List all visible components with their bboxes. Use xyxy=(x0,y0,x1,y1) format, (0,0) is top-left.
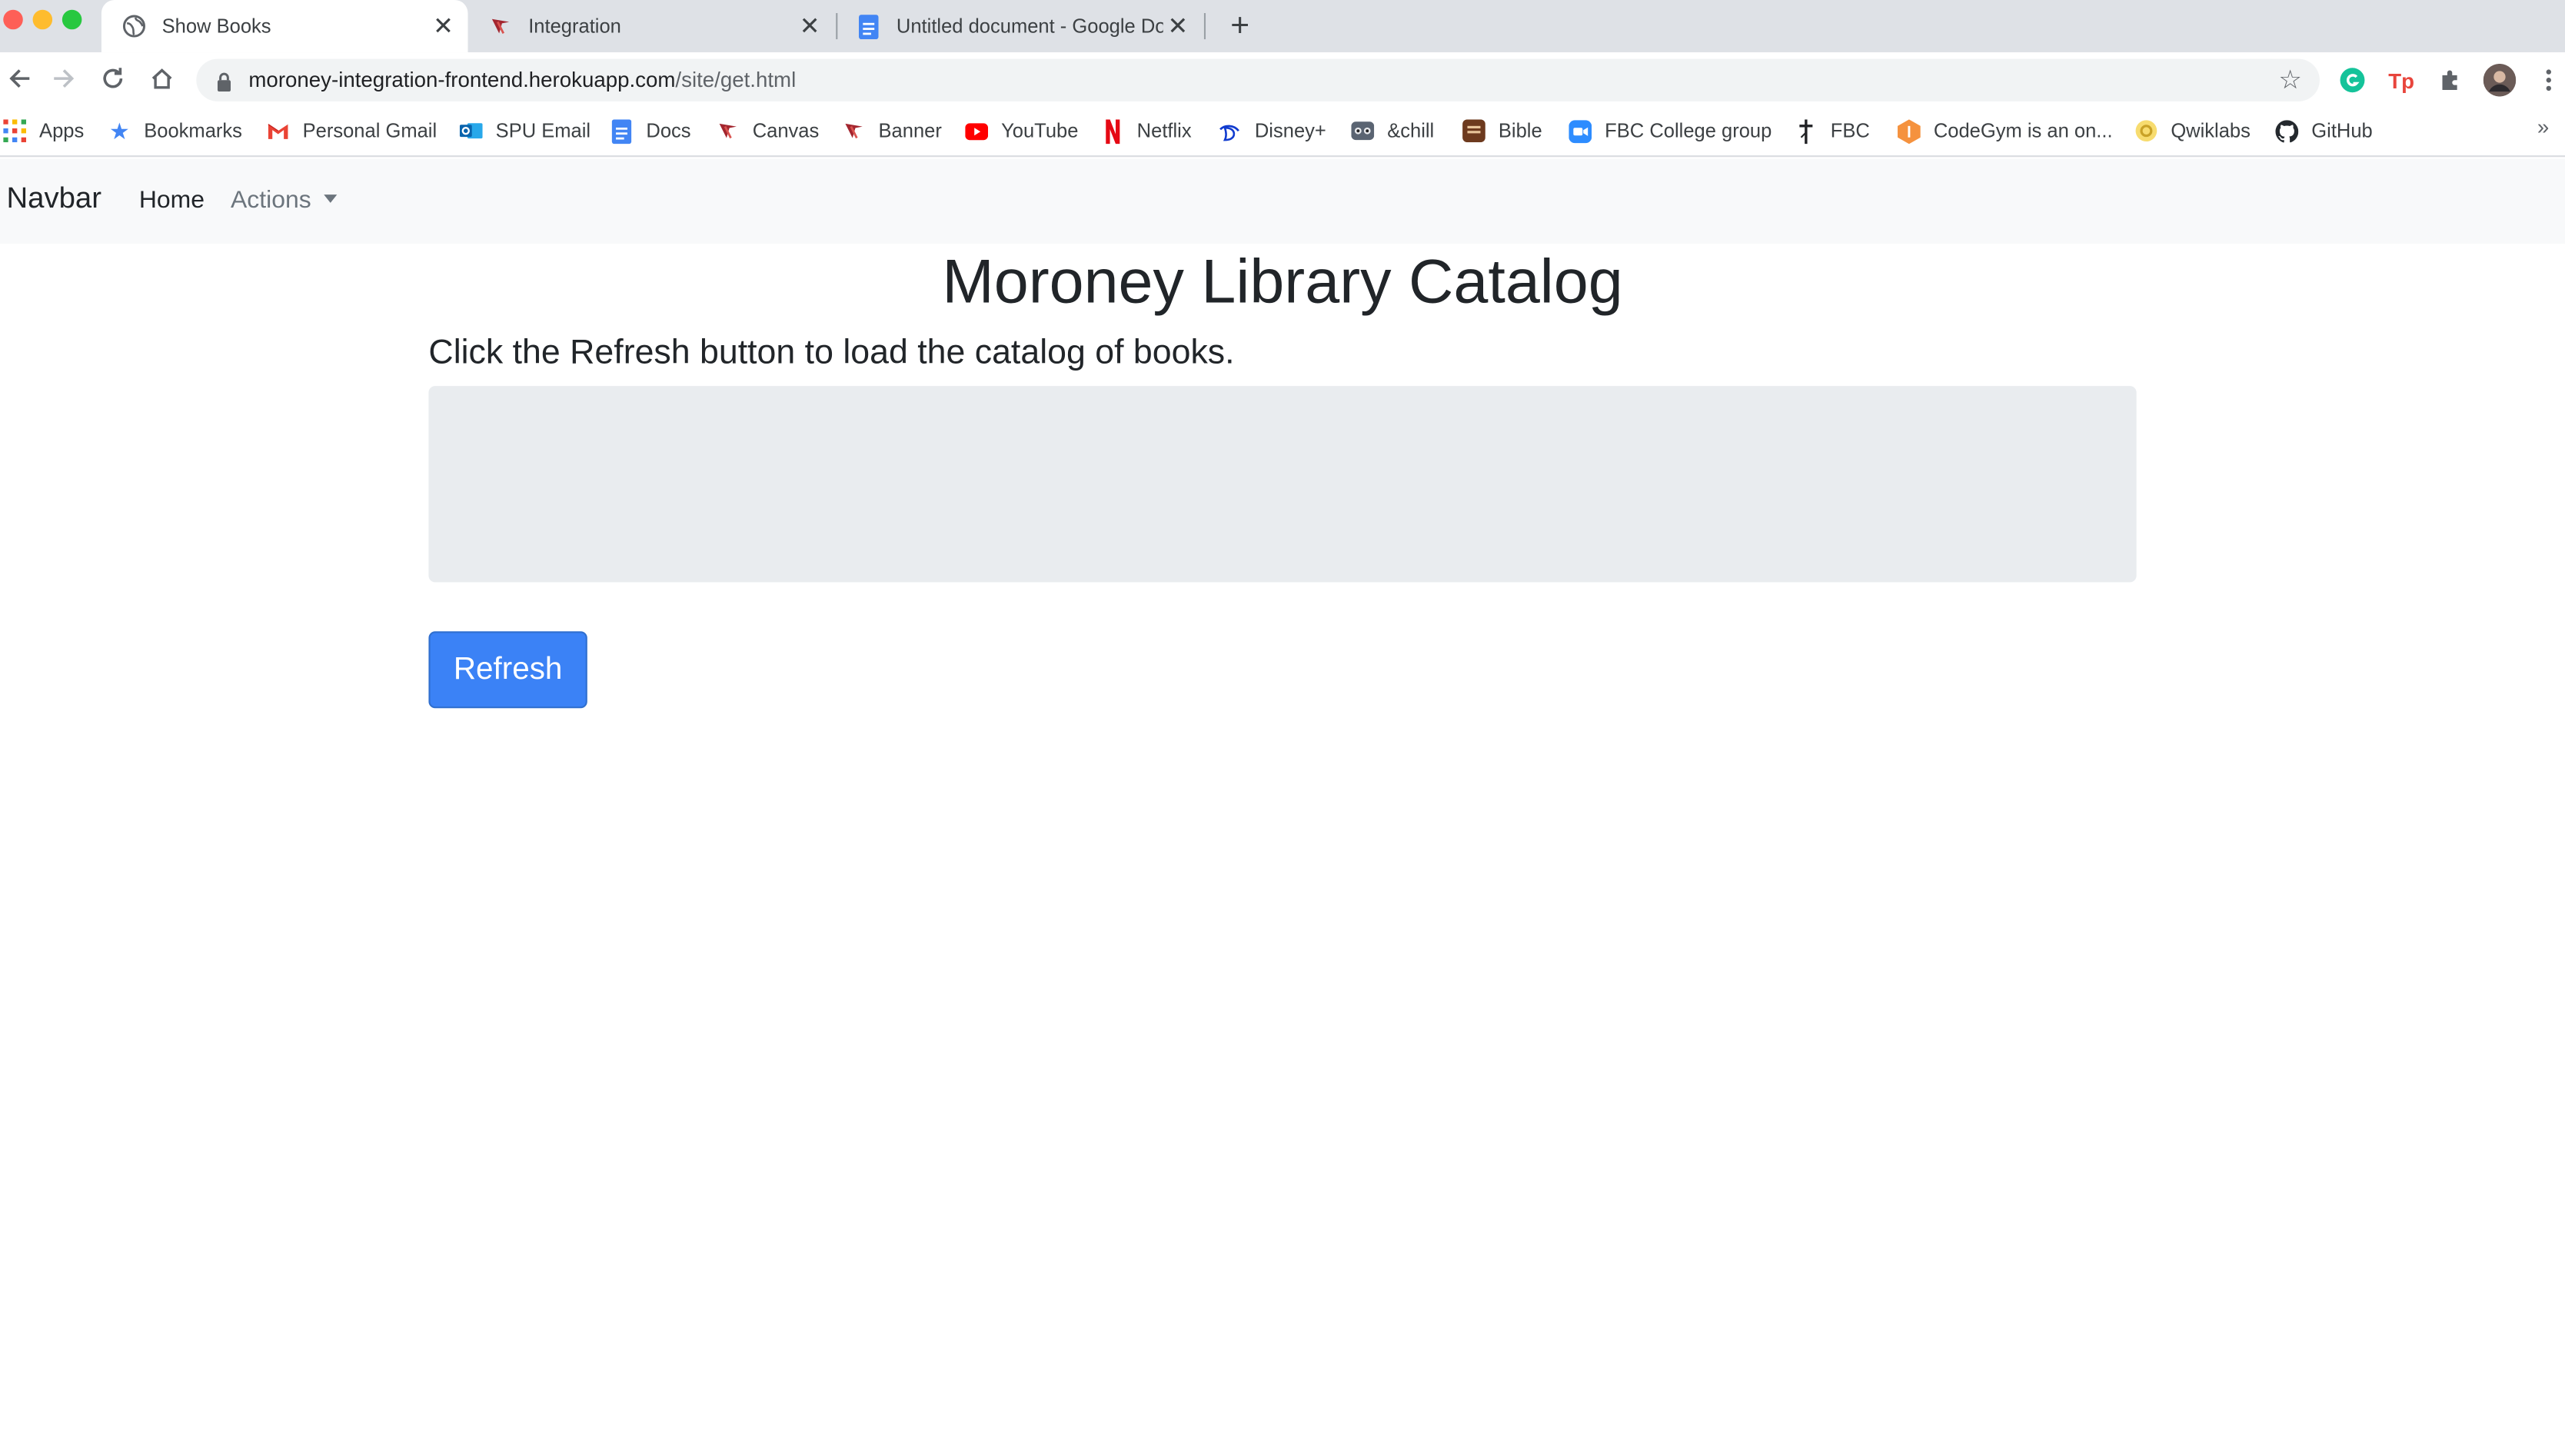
page-title: Moroney Library Catalog xyxy=(942,248,1623,317)
close-tab-icon[interactable]: ✕ xyxy=(1163,12,1193,41)
grammarly-icon[interactable] xyxy=(2336,64,2369,97)
profile-avatar[interactable] xyxy=(2483,63,2517,97)
new-tab-button[interactable]: + xyxy=(1220,7,1259,46)
bookmark-label: Canvas xyxy=(752,119,820,143)
apps-grid-icon xyxy=(3,119,27,143)
bookmark-label: YouTube xyxy=(1001,119,1079,143)
url-text[interactable]: moroney-integration-frontend.herokuapp.c… xyxy=(248,67,796,93)
tab-title: Show Books xyxy=(161,15,271,38)
bookmark-and-chill[interactable]: &chill xyxy=(1351,116,1434,145)
tp-extension-icon[interactable]: Tp xyxy=(2385,64,2418,97)
tab-show-books[interactable]: Show Books ✕ xyxy=(101,0,468,53)
canvas-icon xyxy=(487,13,514,39)
bookmark-label: Bible xyxy=(1498,119,1542,143)
maximize-window-button[interactable] xyxy=(62,9,82,30)
bookmark-label: Docs xyxy=(646,119,691,143)
bookmark-label: Disney+ xyxy=(1254,119,1326,143)
raccoon-icon xyxy=(1351,119,1375,142)
bookmarks-overflow-button[interactable]: » xyxy=(2537,115,2549,139)
bookmark-github[interactable]: GitHub xyxy=(2275,116,2373,145)
canvas-icon xyxy=(717,119,740,142)
bookmark-qwiklabs[interactable]: Qwiklabs xyxy=(2135,116,2251,145)
bookmark-apps[interactable]: Apps xyxy=(3,116,84,145)
tab-separator xyxy=(1203,13,1206,40)
docs-icon xyxy=(856,13,882,39)
chevron-down-icon xyxy=(324,194,338,202)
docs-icon xyxy=(610,118,634,144)
bookmark-youtube[interactable]: YouTube xyxy=(965,116,1078,145)
catalog-output-area xyxy=(428,386,2137,583)
tab-integration[interactable]: Integration ✕ xyxy=(467,0,834,52)
svg-text:Tp: Tp xyxy=(2388,69,2414,93)
nav-actions-label: Actions xyxy=(230,186,311,214)
zoom-icon xyxy=(1569,119,1592,143)
cross-icon xyxy=(1795,118,1818,144)
bookmark-spu-email[interactable]: SPU Email xyxy=(459,116,591,145)
bookmark-label: Qwiklabs xyxy=(2171,119,2251,143)
qwiklabs-icon xyxy=(2135,119,2158,142)
bookmark-label: Netflix xyxy=(1136,119,1192,143)
tab-google-doc[interactable]: Untitled document - Google Do ✕ xyxy=(836,0,1203,52)
navbar-brand[interactable]: Navbar xyxy=(7,181,101,216)
bookmark-fbc-college-group[interactable]: FBC College group xyxy=(1569,116,1772,145)
bookmark-star-icon[interactable]: ☆ xyxy=(2274,64,2307,97)
codegym-icon xyxy=(1898,118,1921,144)
bookmark-bookmarks[interactable]: ★ Bookmarks xyxy=(108,116,242,145)
bookmark-canvas[interactable]: Canvas xyxy=(717,116,819,145)
bookmark-codegym[interactable]: CodeGym is an on... xyxy=(1898,116,2113,145)
globe-icon xyxy=(121,13,147,39)
bookmark-label: Apps xyxy=(39,119,85,143)
close-tab-icon[interactable]: ✕ xyxy=(795,12,824,41)
refresh-button[interactable]: Refresh xyxy=(428,631,587,709)
browser-menu-icon[interactable] xyxy=(2533,64,2565,97)
canvas-icon xyxy=(843,119,866,142)
bible-icon xyxy=(1462,119,1485,143)
url-path: /site/get.html xyxy=(675,67,797,92)
nav-actions-dropdown[interactable]: Actions xyxy=(231,187,338,214)
tab-title: Untitled document - Google Do xyxy=(896,15,1163,38)
tab-title: Integration xyxy=(528,15,621,38)
bookmark-label: SPU Email xyxy=(495,119,591,143)
bookmarks-bar: Apps ★ Bookmarks Personal Gmail SPU Emai… xyxy=(0,106,2565,158)
bookmark-fbc[interactable]: FBC xyxy=(1795,116,1870,145)
bookmark-banner[interactable]: Banner xyxy=(843,116,942,145)
url-host: moroney-integration-frontend.herokuapp.c… xyxy=(248,67,676,92)
bookmark-label: &chill xyxy=(1387,119,1435,143)
outlook-icon xyxy=(459,119,483,142)
bookmark-label: GitHub xyxy=(2311,119,2373,143)
site-navbar: Navbar Home Actions xyxy=(0,158,2565,244)
bookmark-label: Personal Gmail xyxy=(302,119,437,143)
minimize-window-button[interactable] xyxy=(32,9,53,30)
github-icon xyxy=(2275,119,2299,142)
bookmark-label: FBC College group xyxy=(1605,119,1772,143)
netflix-icon xyxy=(1101,118,1124,144)
bookmark-bible[interactable]: Bible xyxy=(1462,116,1542,145)
bookmark-personal-gmail[interactable]: Personal Gmail xyxy=(267,116,437,145)
bookmark-docs[interactable]: Docs xyxy=(610,116,691,145)
forward-button[interactable] xyxy=(44,59,83,98)
disney-icon xyxy=(1219,119,1242,142)
gmail-icon xyxy=(267,119,290,142)
bookmark-label: CodeGym is an on... xyxy=(1933,119,2113,143)
youtube-icon xyxy=(965,119,989,142)
close-tab-icon[interactable]: ✕ xyxy=(428,12,457,41)
bookmark-disney-plus[interactable]: Disney+ xyxy=(1219,116,1326,145)
bookmark-label: Banner xyxy=(878,119,942,143)
reload-button[interactable] xyxy=(93,59,132,98)
extensions-puzzle-icon[interactable] xyxy=(2434,64,2467,97)
home-button[interactable] xyxy=(142,59,181,98)
instruction-text: Click the Refresh button to load the cat… xyxy=(428,334,1235,371)
bookmark-label: FBC xyxy=(1830,119,1870,143)
tab-strip: Show Books ✕ Integration ✕ Untitled docu… xyxy=(0,0,2565,53)
bookmark-netflix[interactable]: Netflix xyxy=(1101,116,1192,145)
star-icon: ★ xyxy=(108,117,130,144)
nav-home-link[interactable]: Home xyxy=(139,187,205,214)
back-button[interactable] xyxy=(0,59,39,98)
close-window-button[interactable] xyxy=(3,9,23,30)
lock-icon[interactable] xyxy=(216,70,232,99)
bookmark-label: Bookmarks xyxy=(144,119,242,143)
